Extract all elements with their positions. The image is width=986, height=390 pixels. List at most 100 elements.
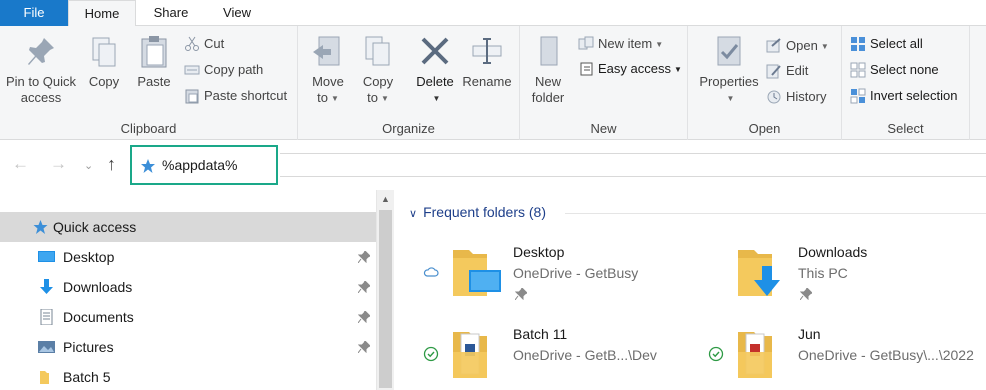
pin-icon: [800, 288, 812, 300]
copy-path-label: Copy path: [204, 62, 264, 77]
collapse-chevron-icon: ∨: [409, 208, 418, 220]
history-icon: [767, 90, 781, 104]
up-arrow-icon[interactable]: ↑: [107, 154, 116, 175]
cut-button[interactable]: Cut: [184, 34, 224, 56]
tab-view[interactable]: View: [208, 0, 266, 26]
easy-access-label: Easy access: [598, 61, 671, 76]
navigation-pane: Quick access Desktop Downloads Documents…: [0, 190, 376, 390]
nav-item-desktop[interactable]: Desktop: [0, 242, 376, 272]
move-to-label-2: to: [317, 90, 328, 105]
copy-label: Copy: [88, 74, 120, 89]
copy-path-icon: [184, 65, 200, 75]
pin-icon[interactable]: [358, 341, 370, 353]
navigation-pane-scrollbar[interactable]: ▲: [376, 190, 394, 390]
folder-icon: [40, 371, 49, 384]
copy-to-label: Copy: [362, 74, 394, 89]
new-folder-button[interactable]: New folder: [528, 34, 568, 106]
history-button[interactable]: History: [766, 87, 826, 109]
invert-selection-label: Invert selection: [870, 88, 958, 103]
folder-tile-downloads[interactable]: Downloads This PC: [708, 242, 986, 314]
pin-to-quick-access-button[interactable]: Pin to Quick access: [4, 34, 78, 106]
folder-tile-desktop[interactable]: Desktop OneDrive - GetBusy: [423, 242, 713, 314]
organize-group-label: Organize: [382, 121, 435, 136]
delete-x-icon: [421, 37, 449, 65]
copy-to-button[interactable]: Copy to ▼: [358, 34, 398, 107]
folder-tile-jun[interactable]: Jun OneDrive - GetBusy\...\2022: [708, 324, 986, 390]
paste-button[interactable]: Paste: [132, 34, 176, 90]
folder-tile-batch-11[interactable]: Batch 11 OneDrive - GetB...\Dev: [423, 324, 713, 390]
edit-icon: [766, 64, 781, 79]
delete-caret-row: ▼: [412, 90, 458, 107]
select-all-button[interactable]: Select all: [850, 34, 923, 56]
rename-button[interactable]: Rename: [462, 34, 512, 90]
new-item-icon: [578, 36, 594, 50]
invert-selection-icon: [850, 88, 866, 104]
address-bar-text: %appdata%: [162, 157, 238, 173]
edit-button[interactable]: Edit: [766, 61, 808, 83]
tile-location: OneDrive - GetBusy: [513, 265, 639, 281]
copy-to-label-line2: to ▼: [358, 90, 398, 107]
nav-item-batch-5[interactable]: Batch 5: [0, 362, 376, 390]
select-none-button[interactable]: Select none: [850, 60, 939, 82]
copy-to-caret-icon: ▼: [380, 93, 389, 103]
pin-icon: [28, 38, 54, 65]
new-item-caret-icon: ▼: [655, 39, 664, 49]
easy-access-button[interactable]: Easy access ▼: [578, 59, 682, 81]
frequent-folders-header[interactable]: ∨ Frequent folders (8): [409, 204, 546, 220]
nav-item-label: Downloads: [63, 279, 133, 295]
easy-access-icon: [580, 62, 593, 76]
scroll-up-arrow-icon[interactable]: ▲: [377, 190, 394, 208]
nav-item-documents[interactable]: Documents: [0, 302, 376, 332]
nav-item-pictures[interactable]: Pictures: [0, 332, 376, 362]
ribbon: Pin to Quick access Copy Paste Cut Copy …: [0, 26, 986, 140]
tile-name: Desktop: [513, 244, 565, 260]
pin-icon[interactable]: [358, 311, 370, 323]
recent-locations-chevron-icon[interactable]: ⌄: [84, 159, 93, 172]
downloads-folder-icon: [738, 250, 780, 296]
nav-item-quick-access[interactable]: Quick access: [0, 212, 376, 242]
open-icon: [766, 37, 781, 53]
tab-home[interactable]: Home: [68, 0, 136, 27]
organize-group: Move to▼ Copy to▼ Delete ▼ Rename Orga: [298, 26, 520, 140]
tab-share[interactable]: Share: [140, 0, 202, 26]
tile-location: OneDrive - GetBusy\...\2022: [798, 347, 974, 363]
forward-arrow-icon[interactable]: →: [50, 154, 67, 174]
address-bar[interactable]: %appdata%: [130, 145, 278, 185]
copy-icon: [92, 37, 116, 67]
copy-button[interactable]: Copy: [84, 34, 124, 90]
new-item-button[interactable]: New item ▼: [578, 34, 663, 56]
pin-icon[interactable]: [358, 281, 370, 293]
delete-label: Delete: [416, 74, 454, 89]
tile-name: Batch 11: [513, 326, 568, 342]
invert-selection-button[interactable]: Invert selection: [850, 86, 957, 108]
tile-name: Downloads: [798, 244, 868, 260]
desktop-folder-icon: [453, 250, 501, 296]
download-arrow-icon: [40, 279, 53, 294]
new-folder-label: New: [534, 74, 561, 89]
new-group-label: New: [590, 121, 617, 136]
edit-label: Edit: [786, 63, 809, 78]
move-to-caret-icon: ▼: [330, 93, 339, 103]
copy-to-icon: [365, 36, 390, 66]
tile-name: Jun: [798, 326, 821, 342]
cloud-icon: [423, 267, 439, 277]
scissors-icon: [185, 36, 199, 51]
scroll-thumb[interactable]: [379, 210, 392, 388]
properties-button[interactable]: Properties ▼: [696, 34, 762, 107]
pin-icon[interactable]: [358, 251, 370, 263]
open-button[interactable]: Open ▼: [766, 36, 829, 58]
properties-caret-icon: ▼: [726, 93, 735, 103]
nav-item-downloads[interactable]: Downloads: [0, 272, 376, 302]
move-to-label: Move: [312, 74, 344, 89]
back-arrow-icon[interactable]: ←: [12, 154, 29, 174]
move-to-label-line2: to ▼: [308, 90, 348, 107]
address-bar-content: %appdata%: [140, 157, 238, 174]
paste-shortcut-icon: [185, 89, 199, 104]
tab-file[interactable]: File: [0, 0, 68, 26]
copy-path-button[interactable]: Copy path: [184, 60, 263, 82]
paste-shortcut-button[interactable]: Paste shortcut: [184, 86, 287, 108]
paste-icon: [141, 36, 167, 68]
move-to-button[interactable]: Move to ▼: [308, 34, 348, 107]
delete-button[interactable]: Delete ▼: [412, 34, 458, 107]
tile-location: OneDrive - GetB...\Dev: [513, 347, 657, 363]
